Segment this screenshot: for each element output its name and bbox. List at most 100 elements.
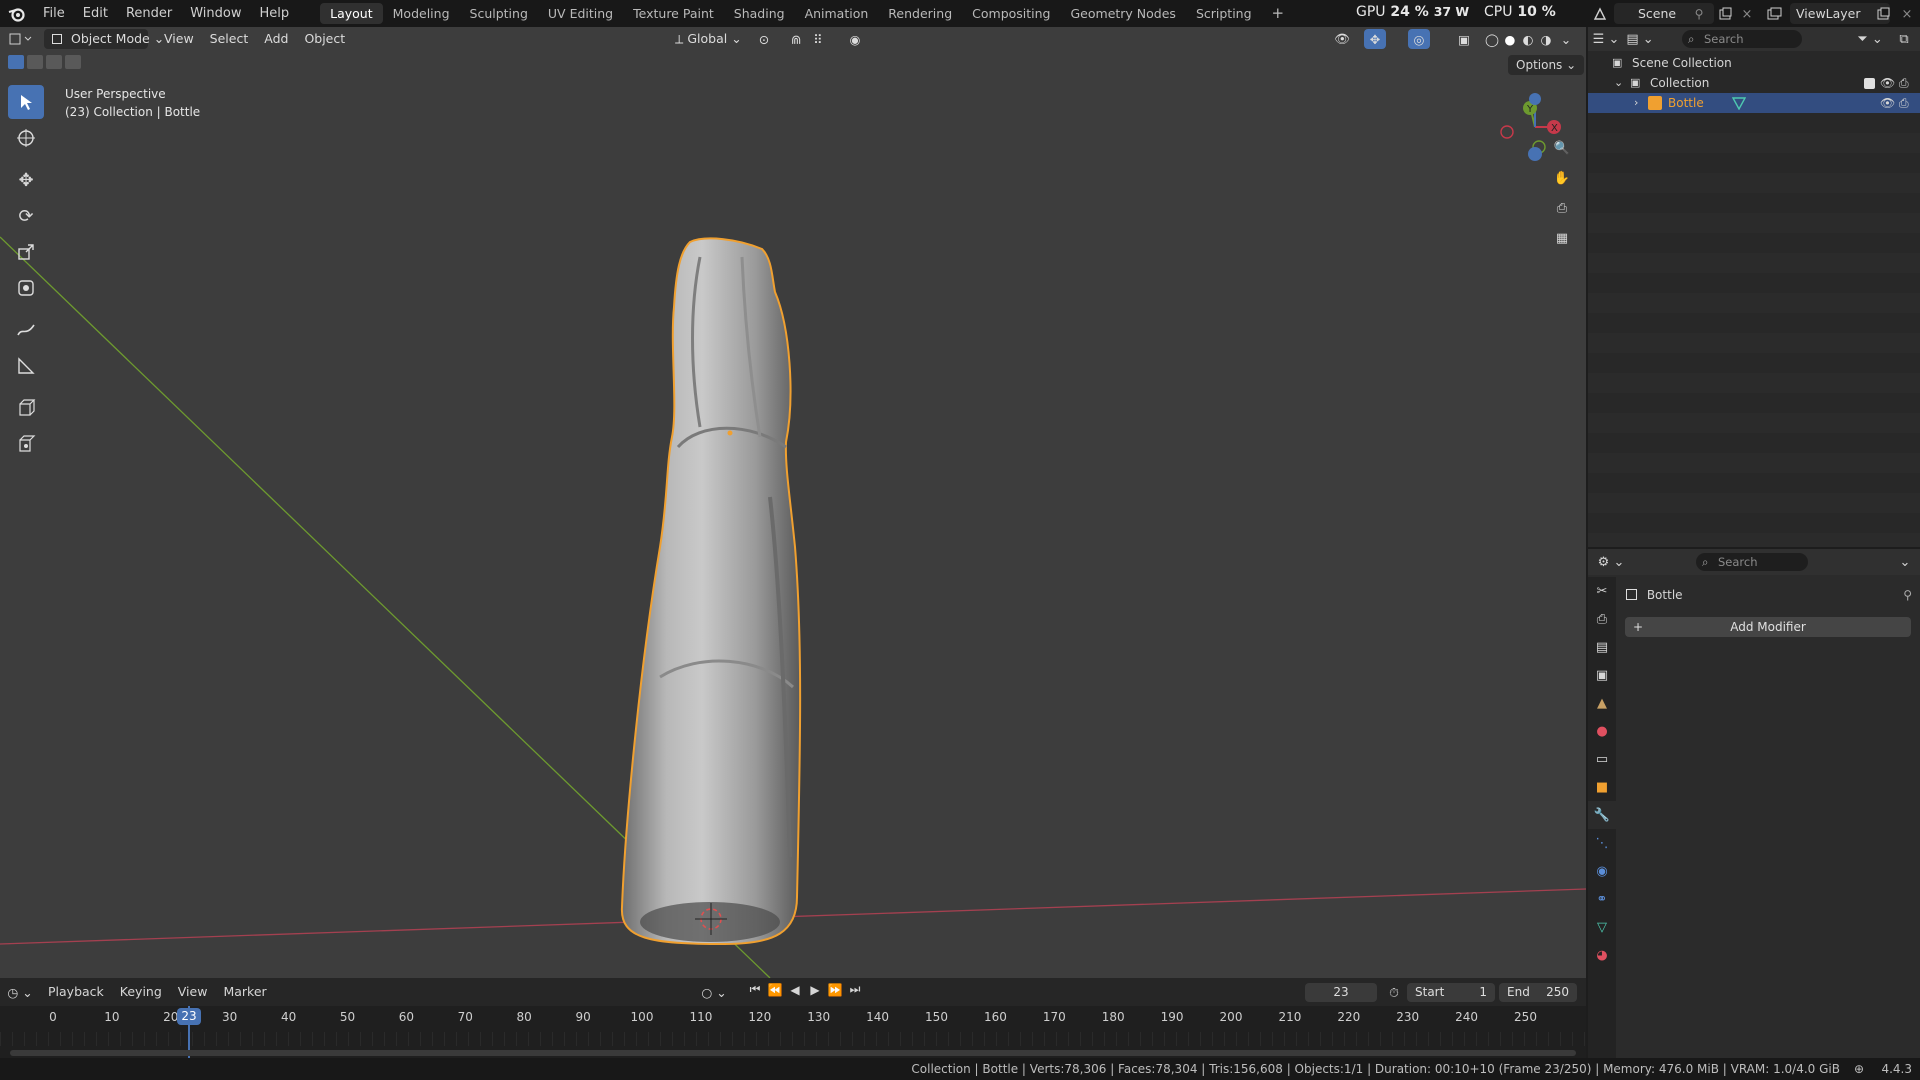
- visibility-icon[interactable]: 👁: [1330, 29, 1354, 49]
- scene-collection-row[interactable]: ▣ Scene Collection: [1588, 53, 1920, 73]
- outliner-search[interactable]: ⌕ Search: [1682, 30, 1802, 48]
- playhead[interactable]: 23: [177, 1008, 201, 1025]
- frame-ruler[interactable]: 0 10 20 30 40 50 60 70 80 90 100 110 120 130 140 150 160…: [0, 1006, 1586, 1058]
- collection-row[interactable]: ⌄ ▣ Collection 👁 ⎙: [1588, 73, 1920, 93]
- blender-logo-icon[interactable]: [0, 0, 34, 27]
- particles-tab[interactable]: ⋱: [1588, 829, 1616, 857]
- snap-icon[interactable]: ⋒: [786, 29, 806, 49]
- collapse-icon[interactable]: ⌄: [1614, 73, 1623, 93]
- shading-options-icon[interactable]: ⌄: [1556, 29, 1576, 49]
- add-cube-tool[interactable]: [8, 391, 44, 425]
- editor-type-icon[interactable]: [0, 27, 40, 51]
- rendered-shading-icon[interactable]: ◑: [1536, 29, 1556, 49]
- select-box-tool[interactable]: [8, 85, 44, 119]
- exclude-checkbox[interactable]: [1864, 78, 1875, 89]
- select-extend-icon[interactable]: [27, 55, 43, 69]
- menu-window[interactable]: Window: [181, 0, 250, 27]
- measure-tool[interactable]: [8, 349, 44, 383]
- timeline-editor[interactable]: ◷ ⌄ Playback Keying View Marker ○ ⌄ ⏮ ⏪ …: [0, 978, 1586, 1058]
- select-subtract-icon[interactable]: [46, 55, 62, 69]
- proportional-edit-icon[interactable]: ◉: [845, 29, 865, 49]
- render-tab[interactable]: ⎙: [1588, 605, 1616, 633]
- ortho-toggle-button[interactable]: ▦: [1549, 225, 1575, 251]
- rotate-tool[interactable]: ⟳: [8, 199, 44, 233]
- tab-sculpting[interactable]: Sculpting: [460, 3, 538, 24]
- annotate-tool[interactable]: [8, 313, 44, 347]
- material-shading-icon[interactable]: ◐: [1518, 29, 1538, 49]
- expand-icon[interactable]: ›: [1634, 93, 1638, 113]
- select-intersect-icon[interactable]: [65, 55, 81, 69]
- menu-add[interactable]: Add: [256, 29, 296, 49]
- zoom-button[interactable]: 🔍: [1549, 135, 1575, 161]
- tab-layout[interactable]: Layout: [320, 3, 383, 24]
- transform-orientation[interactable]: ⟂ Global ⌄: [667, 29, 750, 49]
- menu-view[interactable]: View: [156, 29, 202, 49]
- solid-shading-icon[interactable]: ●: [1500, 29, 1520, 49]
- menu-edit[interactable]: Edit: [74, 0, 117, 27]
- transform-tool[interactable]: [8, 271, 44, 305]
- view-layer-icon[interactable]: [1762, 5, 1788, 23]
- timeline-scrollbar[interactable]: [10, 1050, 1576, 1056]
- tab-compositing[interactable]: Compositing: [962, 3, 1060, 24]
- 3d-viewport[interactable]: Object Mode ⌄ View Select Add Object ⟂ G…: [0, 27, 1586, 978]
- eye-icon[interactable]: 👁: [1880, 93, 1895, 113]
- pin-icon[interactable]: ⚲: [1690, 5, 1708, 23]
- wireframe-shading-icon[interactable]: ◯: [1482, 29, 1502, 49]
- snap-target-icon[interactable]: ⠿: [808, 29, 828, 49]
- tab-uv-editing[interactable]: UV Editing: [538, 3, 623, 24]
- move-tool[interactable]: ✥: [8, 163, 44, 197]
- new-view-layer-icon[interactable]: [1874, 5, 1892, 23]
- add-workspace-button[interactable]: +: [1262, 3, 1295, 24]
- cursor-tool[interactable]: [8, 121, 44, 155]
- scene-tab[interactable]: ▲: [1588, 689, 1616, 717]
- select-new-icon[interactable]: [8, 55, 24, 69]
- tool-tab[interactable]: ✂: [1588, 577, 1616, 605]
- pan-button[interactable]: ✋: [1549, 165, 1575, 191]
- outliner-editor-icon[interactable]: ☰ ⌄: [1588, 27, 1624, 51]
- outliner[interactable]: ☰ ⌄ ▤ ⌄ ⌕ Search ⏷ ⌄ ⧉ ▣ Scene Collectio…: [1588, 27, 1920, 547]
- close-view-layer-icon[interactable]: ×: [1898, 5, 1916, 23]
- new-collection-icon[interactable]: ⧉: [1894, 30, 1914, 48]
- tab-geometry-nodes[interactable]: Geometry Nodes: [1061, 3, 1186, 24]
- output-tab[interactable]: ▤: [1588, 633, 1616, 661]
- filter-icon[interactable]: ⏷ ⌄: [1856, 30, 1884, 48]
- object-row-bottle[interactable]: › Bottle 👁 ⎙: [1588, 93, 1920, 113]
- add-object-tool[interactable]: [8, 427, 44, 461]
- menu-object[interactable]: Object: [296, 29, 353, 49]
- collection-tab[interactable]: ▭: [1588, 745, 1616, 773]
- properties-editor[interactable]: ⚙ ⌄ ⌕ Search ⌄ ✂ ⎙ ▤ ▣ ▲ ● ▭ ■ 🔧 ⋱ ◉ ⚭ ▽…: [1588, 549, 1920, 1058]
- menu-render[interactable]: Render: [117, 0, 181, 27]
- properties-editor-icon[interactable]: ⚙ ⌄: [1596, 553, 1626, 571]
- mode-selector[interactable]: Object Mode ⌄: [44, 29, 164, 49]
- material-tab[interactable]: ◕: [1588, 941, 1616, 969]
- tab-modeling[interactable]: Modeling: [383, 3, 460, 24]
- xray-icon[interactable]: ▣: [1454, 29, 1474, 49]
- pin-icon[interactable]: ⚲: [1903, 585, 1912, 605]
- overlay-toggle-icon[interactable]: ◎: [1408, 29, 1430, 49]
- data-tab[interactable]: ▽: [1588, 913, 1616, 941]
- eye-icon[interactable]: 👁: [1880, 73, 1895, 93]
- close-scene-icon[interactable]: ×: [1738, 5, 1756, 23]
- modifier-tab[interactable]: 🔧: [1588, 801, 1616, 829]
- display-mode-icon[interactable]: ▤ ⌄: [1624, 27, 1656, 51]
- properties-search[interactable]: ⌕ Search: [1696, 553, 1808, 571]
- chevron-down-icon[interactable]: ⌄: [1896, 553, 1914, 571]
- menu-file[interactable]: File: [34, 0, 74, 27]
- pivot-point-icon[interactable]: ⊙: [752, 29, 776, 49]
- scene-icon[interactable]: [1590, 5, 1610, 23]
- tab-scripting[interactable]: Scripting: [1186, 3, 1262, 24]
- physics-tab[interactable]: ◉: [1588, 857, 1616, 885]
- gizmo-toggle-icon[interactable]: ✥: [1364, 29, 1386, 49]
- camera-view-button[interactable]: ⎙: [1549, 195, 1575, 221]
- tab-animation[interactable]: Animation: [795, 3, 879, 24]
- tab-texture-paint[interactable]: Texture Paint: [623, 3, 724, 24]
- constraints-tab[interactable]: ⚭: [1588, 885, 1616, 913]
- tab-shading[interactable]: Shading: [724, 3, 795, 24]
- scale-tool[interactable]: [8, 235, 44, 269]
- new-scene-icon[interactable]: [1716, 5, 1734, 23]
- mesh-data-icon[interactable]: [1732, 96, 1746, 110]
- camera-icon[interactable]: ⎙: [1899, 73, 1909, 93]
- view-layer-tab[interactable]: ▣: [1588, 661, 1616, 689]
- add-modifier-button[interactable]: + Add Modifier: [1625, 617, 1911, 637]
- options-button[interactable]: Options ⌄: [1508, 55, 1585, 75]
